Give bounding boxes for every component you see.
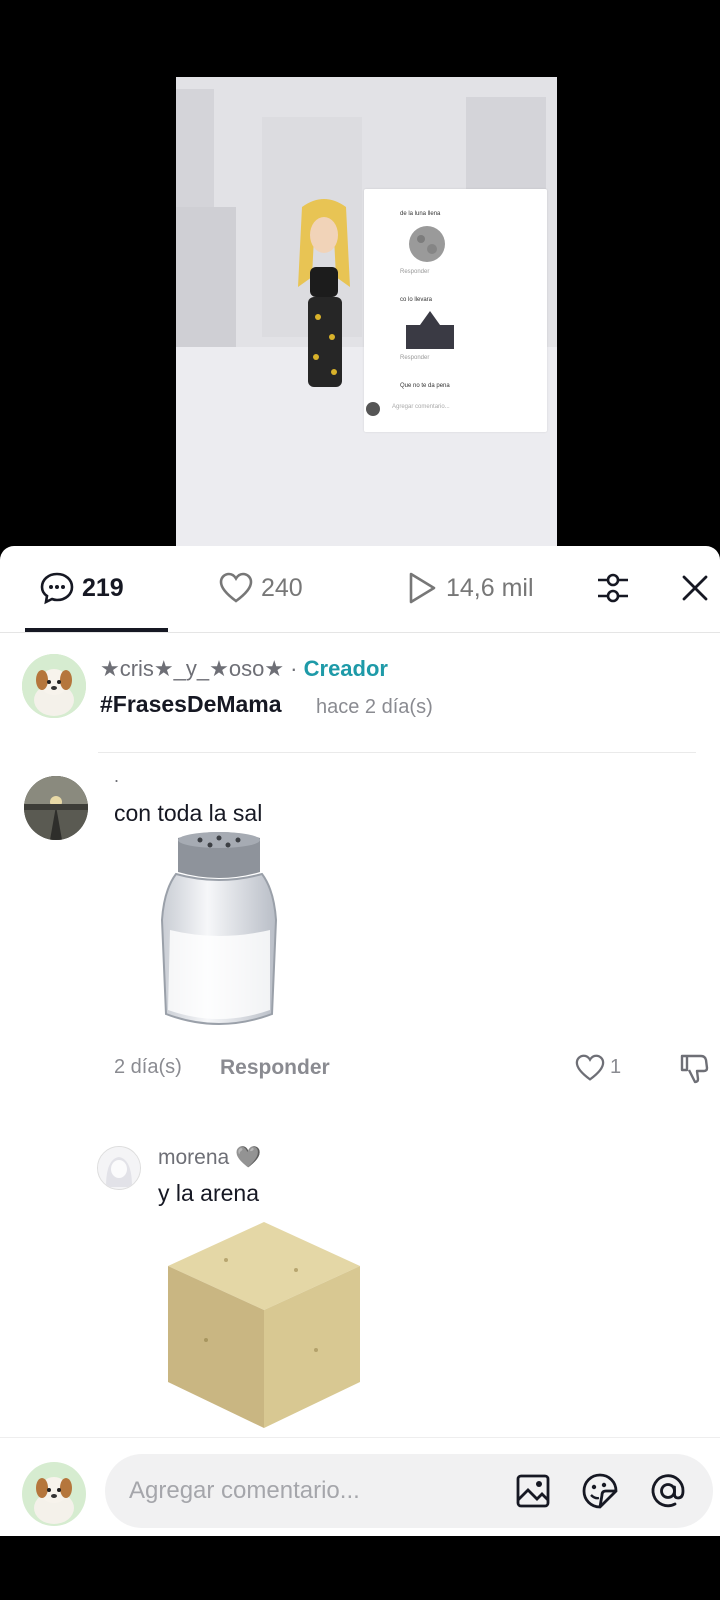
comments-sheet: 219 240 14,6 mil ★cris★_y_★oso★ · Creado… (0, 546, 720, 1536)
anime-avatar-image (98, 1147, 140, 1189)
plays-count: 14,6 mil (446, 573, 534, 602)
comment-icon (40, 572, 74, 605)
current-user-avatar[interactable] (22, 1462, 86, 1526)
mention-icon[interactable] (649, 1472, 687, 1510)
mini-composer: Agregar comentario... (364, 399, 547, 419)
image-icon[interactable] (515, 1473, 551, 1509)
sunset-road-avatar-image (24, 776, 88, 840)
comment-screenshot-overlay: de la luna llena Responder co lo llevara… (364, 189, 547, 432)
puppy-avatar-image (22, 1462, 86, 1526)
play-icon (409, 572, 436, 604)
username-text: ★cris★_y_★oso★ (100, 656, 285, 681)
video-preview[interactable]: de la luna llena Responder co lo llevara… (176, 77, 557, 547)
sticker-icon[interactable] (581, 1472, 619, 1510)
reply-button[interactable]: Responder (220, 1056, 330, 1080)
mini-reply: Responder (400, 269, 430, 275)
filter-icon[interactable] (596, 570, 630, 606)
sheet-header-tabs: 219 240 14,6 mil (0, 546, 720, 633)
caption-hashtag[interactable]: #FrasesDeMama (100, 691, 282, 718)
divider (98, 752, 696, 753)
background-building (176, 207, 236, 347)
roblox-avatar-figure (298, 199, 350, 387)
avatar[interactable] (24, 776, 88, 840)
active-tab-indicator (25, 628, 168, 632)
comment-like-count: 1 (610, 1056, 622, 1078)
sand-block-sticker (168, 1222, 360, 1428)
comment-username[interactable]: . (114, 766, 119, 787)
mini-comment-text: co lo llevara (400, 297, 433, 303)
avatar[interactable] (97, 1146, 141, 1190)
tab-likes[interactable]: 240 (219, 568, 303, 608)
mini-input-placeholder: Agregar comentario... (392, 404, 450, 410)
dislike-icon[interactable] (679, 1052, 709, 1084)
castle-icon (406, 311, 454, 349)
mini-comment-text: Que no te da pena (400, 383, 450, 389)
likes-count: 240 (261, 573, 303, 602)
comment-composer: Agregar comentario... (0, 1437, 720, 1536)
separator-dot: · (290, 656, 298, 681)
salt-shaker-sticker (160, 832, 278, 1025)
moon-icon (409, 226, 445, 262)
comment-text: con toda la sal (114, 800, 263, 826)
heart-icon (219, 572, 253, 603)
comment-input-placeholder: Agregar comentario... (129, 1477, 360, 1504)
system-navigation-bar (0, 1536, 720, 1600)
mini-avatar (366, 402, 380, 416)
tab-comments[interactable]: 219 (40, 568, 124, 608)
close-icon[interactable] (681, 574, 709, 602)
mini-comment-text: de la luna llena (400, 211, 441, 217)
caption-time: hace 2 día(s) (316, 696, 433, 718)
heart-icon[interactable] (575, 1054, 605, 1082)
reply-username[interactable]: morena 🩶 (158, 1146, 261, 1170)
comment-input[interactable]: Agregar comentario... (105, 1454, 713, 1528)
tab-plays[interactable]: 14,6 mil (406, 568, 534, 608)
puppy-avatar-image (22, 654, 86, 718)
avatar[interactable] (22, 654, 86, 718)
mini-reply: Responder (400, 355, 430, 361)
comment-time: 2 día(s) (114, 1056, 182, 1078)
creator-username[interactable]: ★cris★_y_★oso★ · Creador (100, 656, 388, 682)
reply-text: y la arena (158, 1180, 260, 1206)
comments-count: 219 (82, 573, 124, 602)
creator-badge: Creador (303, 656, 388, 681)
